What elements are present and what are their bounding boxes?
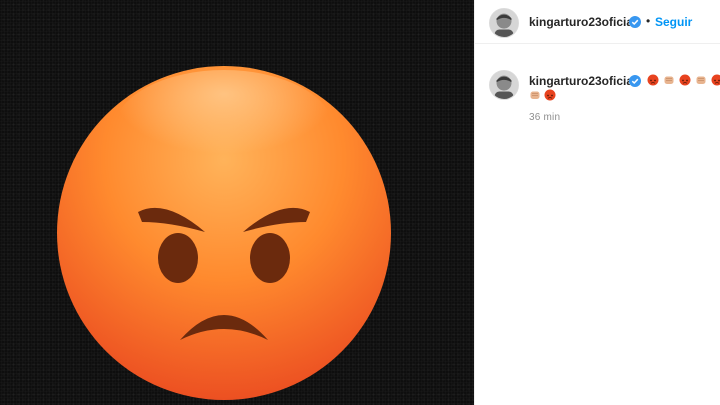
post-image[interactable] xyxy=(0,0,474,405)
verified-badge-icon xyxy=(629,16,641,28)
fist-bump-icon xyxy=(529,89,541,101)
left-eye xyxy=(158,233,198,283)
caption-emojis xyxy=(643,74,720,88)
verified-badge-icon xyxy=(629,75,641,87)
caption-username[interactable]: kingarturo23oficial xyxy=(529,74,636,88)
post-header: kingarturo23oficial • Seguir xyxy=(475,0,720,44)
post-side-panel: kingarturo23oficial • Seguir kingarturo2… xyxy=(474,0,720,405)
avatar[interactable] xyxy=(489,8,519,38)
right-eye xyxy=(250,233,290,283)
post-timestamp[interactable]: 36 min xyxy=(529,112,560,123)
pouting-face-icon xyxy=(679,74,691,86)
separator-dot: • xyxy=(646,14,651,28)
pouting-face-icon xyxy=(647,74,659,86)
fist-bump-icon xyxy=(663,74,675,86)
follow-button[interactable]: Seguir xyxy=(655,15,692,29)
caption-emojis-line2 xyxy=(529,89,569,103)
fist-bump-icon xyxy=(695,74,707,86)
pouting-face-icon xyxy=(711,74,720,86)
pouting-face-icon xyxy=(544,89,556,101)
avatar[interactable] xyxy=(489,70,519,100)
username-link[interactable]: kingarturo23oficial xyxy=(529,15,636,29)
pouting-face-emoji xyxy=(57,66,391,400)
